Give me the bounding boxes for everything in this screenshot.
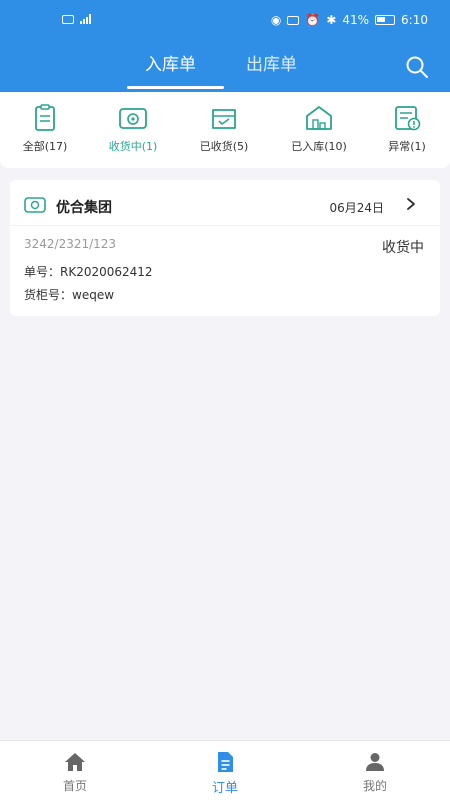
order-number: RK2020062412 bbox=[60, 265, 153, 279]
battery-percent: 41% bbox=[342, 13, 370, 27]
order-status: 收货中 bbox=[382, 240, 424, 256]
company-name: 优合集团 bbox=[56, 200, 112, 216]
status-right: ◉ ⏰ ✱ 41% 6:10 bbox=[271, 13, 428, 27]
nav-orders-label: 订单 bbox=[211, 781, 238, 796]
status-bar: ◉ ⏰ ✱ 41% 6:10 bbox=[0, 0, 450, 40]
filter-exception-label: 异常(1) bbox=[388, 140, 426, 153]
hd-icon bbox=[62, 14, 74, 24]
container-number: weqew bbox=[72, 288, 115, 302]
header: ◉ ⏰ ✱ 41% 6:10 入库单 出库单 bbox=[0, 0, 450, 92]
receiving-icon bbox=[119, 108, 147, 129]
status-filter-bar: 全部(17) 收货中(1) 已收货(5) 已入库(10) 异常(1) bbox=[0, 92, 450, 168]
filter-stored[interactable]: 已入库(10) bbox=[279, 104, 359, 154]
container-number-label: 货柜号： bbox=[24, 288, 73, 302]
nav-home[interactable]: 首页 bbox=[40, 751, 110, 794]
company-icon bbox=[24, 197, 46, 213]
battery-icon bbox=[375, 15, 396, 25]
filter-exception[interactable]: 异常(1) bbox=[367, 104, 447, 154]
signal-icon bbox=[80, 14, 91, 24]
order-code: 3242/2321/123 bbox=[24, 237, 117, 251]
active-tab-indicator bbox=[127, 86, 224, 89]
order-number-label: 单号： bbox=[24, 265, 61, 279]
nfc-icon bbox=[287, 15, 300, 25]
chevron-right-icon[interactable] bbox=[404, 197, 418, 211]
clipboard-icon bbox=[35, 104, 55, 131]
order-icon bbox=[218, 752, 233, 772]
alarm-icon: ⏰ bbox=[305, 13, 321, 27]
bluetooth-icon: ✱ bbox=[326, 13, 337, 27]
nav-profile-label: 我的 bbox=[362, 779, 387, 793]
order-card[interactable]: 优合集团 06月24日 3242/2321/123 收货中 单号：RK20200… bbox=[10, 180, 440, 316]
filter-all-label: 全部(17) bbox=[22, 140, 68, 153]
home-icon bbox=[65, 753, 85, 771]
user-icon bbox=[366, 753, 384, 771]
exception-icon bbox=[395, 106, 421, 131]
tab-outbound[interactable]: 出库单 bbox=[246, 50, 297, 84]
order-card-header: 优合集团 06月24日 bbox=[10, 180, 440, 226]
filter-stored-label: 已入库(10) bbox=[291, 140, 347, 153]
eye-icon: ◉ bbox=[270, 13, 282, 27]
clock-time: 6:10 bbox=[401, 13, 428, 27]
inbox-check-icon bbox=[212, 109, 236, 129]
filter-all[interactable]: 全部(17) bbox=[5, 104, 85, 154]
search-icon[interactable] bbox=[404, 54, 430, 80]
nav-profile[interactable]: 我的 bbox=[340, 751, 410, 794]
filter-receiving-label: 收货中(1) bbox=[108, 140, 158, 153]
tab-inbound[interactable]: 入库单 bbox=[145, 50, 196, 84]
status-left bbox=[62, 14, 91, 24]
filter-receiving[interactable]: 收货中(1) bbox=[93, 104, 173, 154]
order-number-row: 单号：RK2020062412 bbox=[24, 263, 153, 280]
filter-received[interactable]: 已收货(5) bbox=[184, 104, 264, 154]
order-date: 06月24日 bbox=[329, 201, 384, 215]
warehouse-icon bbox=[306, 106, 332, 130]
container-number-row: 货柜号：weqew bbox=[24, 286, 114, 303]
filter-received-label: 已收货(5) bbox=[199, 140, 249, 153]
nav-orders[interactable]: 订单 bbox=[190, 751, 260, 796]
bottom-nav: 首页 订单 我的 bbox=[0, 740, 450, 800]
top-tabs: 入库单 出库单 bbox=[0, 50, 450, 90]
nav-home-label: 首页 bbox=[62, 779, 87, 793]
